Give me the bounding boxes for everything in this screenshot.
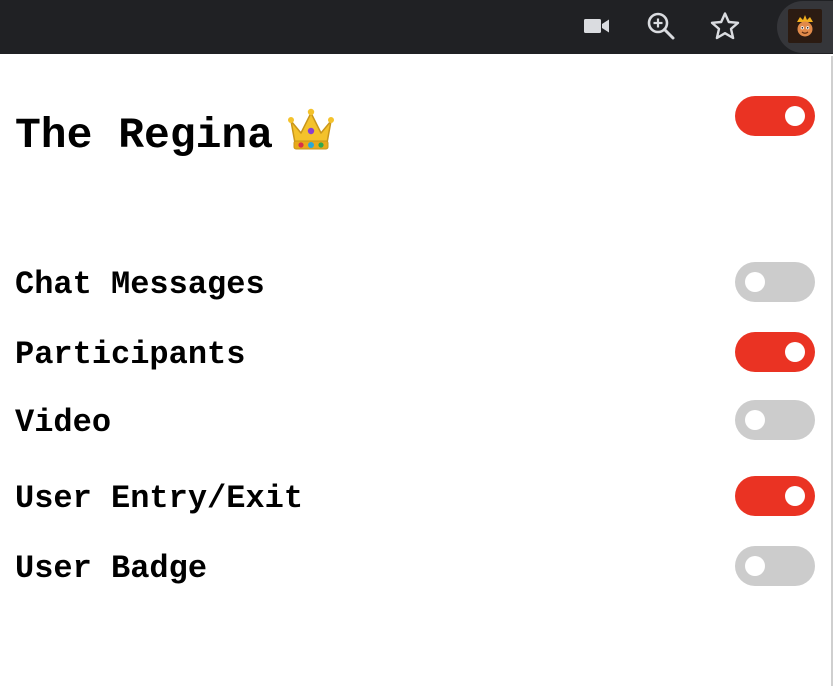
- video-camera-icon[interactable]: [579, 8, 615, 44]
- bookmark-star-icon[interactable]: [707, 8, 743, 44]
- participants-toggle[interactable]: [735, 332, 815, 372]
- setting-label-user-badge: User Badge: [15, 550, 208, 587]
- user-badge-toggle[interactable]: [735, 546, 815, 586]
- setting-row-user-entry-exit: User Entry/Exit: [0, 476, 831, 520]
- toggle-knob: [785, 486, 805, 506]
- chat-messages-toggle[interactable]: [735, 262, 815, 302]
- setting-row-user-badge: User Badge: [0, 546, 831, 590]
- toggle-knob: [785, 342, 805, 362]
- master-toggle[interactable]: [735, 96, 815, 136]
- user-entry-exit-toggle[interactable]: [735, 476, 815, 516]
- setting-label-user-entry-exit: User Entry/Exit: [15, 480, 304, 517]
- video-toggle[interactable]: [735, 400, 815, 440]
- header-row: The Regina: [0, 96, 831, 176]
- toggle-knob: [745, 272, 765, 292]
- setting-row-participants: Participants: [0, 332, 831, 376]
- setting-row-video: Video: [0, 400, 831, 444]
- extension-avatar-icon[interactable]: [788, 9, 822, 43]
- setting-label-chat-messages: Chat Messages: [15, 266, 265, 303]
- toggle-knob: [745, 556, 765, 576]
- browser-toolbar: [0, 0, 833, 54]
- setting-label-participants: Participants: [15, 336, 246, 373]
- zoom-in-icon[interactable]: [643, 8, 679, 44]
- setting-row-chat-messages: Chat Messages: [0, 262, 831, 306]
- toggle-knob: [785, 106, 805, 126]
- crown-icon: [287, 107, 335, 164]
- toggle-knob: [745, 410, 765, 430]
- setting-label-video: Video: [15, 404, 112, 441]
- page-title-text: The Regina: [15, 110, 274, 160]
- page-title: The Regina: [15, 107, 335, 164]
- extension-popup: The Regina Chat Messages Participants Vi…: [0, 56, 833, 686]
